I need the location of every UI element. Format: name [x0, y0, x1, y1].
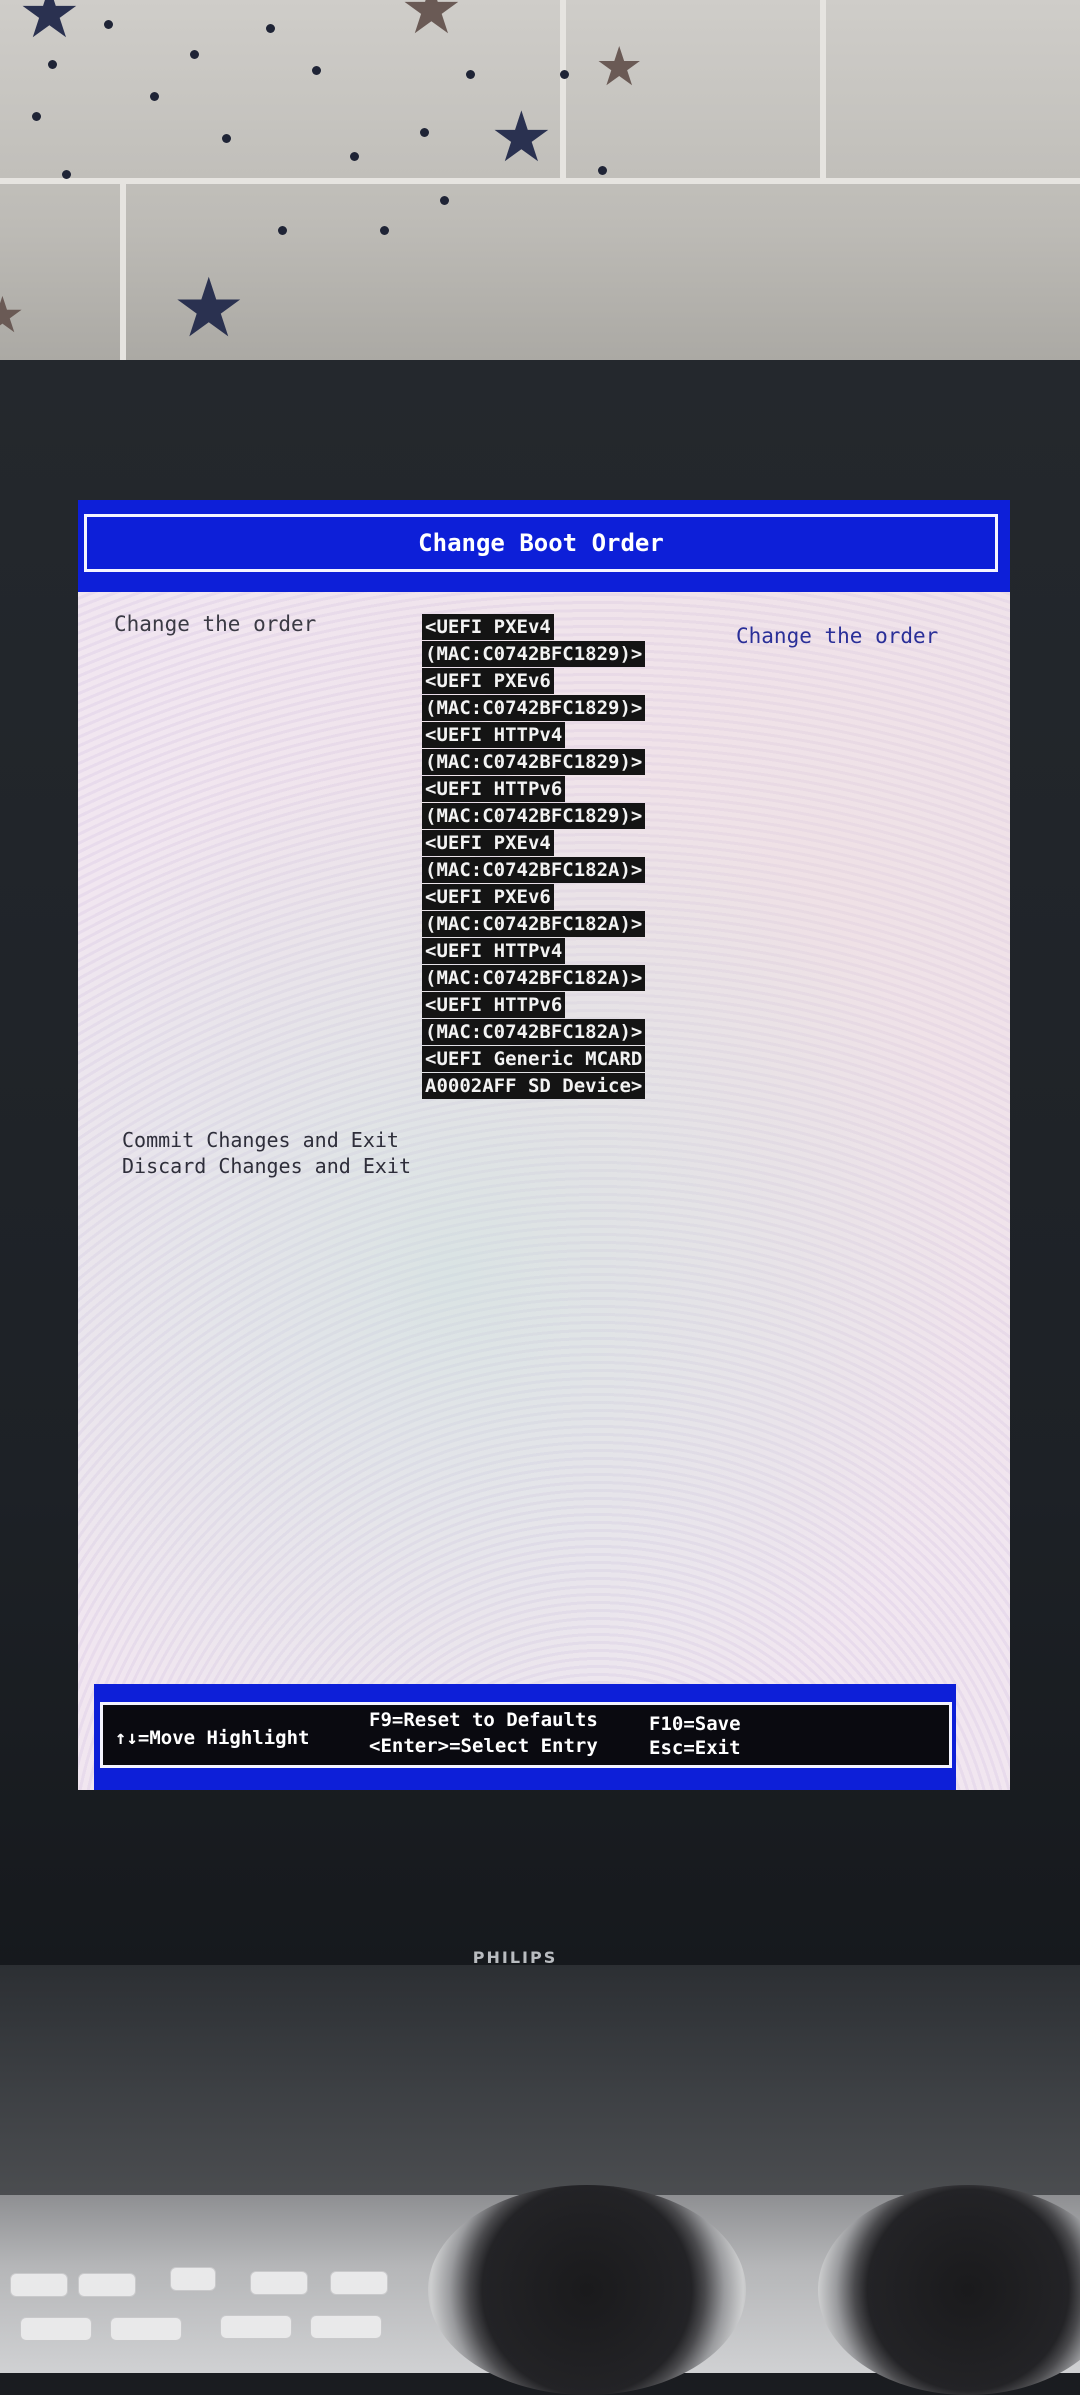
- boot-entry-line: (MAC:C0742BFC182A)>: [422, 857, 646, 883]
- wall-seam: [820, 0, 826, 180]
- dot-decoration: [104, 20, 113, 29]
- save-hint: F10=Save: [649, 1713, 741, 1735]
- boot-entry-pxev6-182a[interactable]: <UEFI PXEv6 (MAC:C0742BFC182A)>: [422, 884, 646, 938]
- dot-decoration: [190, 50, 199, 59]
- dot-decoration: [466, 70, 475, 79]
- dot-decoration: [350, 152, 359, 161]
- dot-decoration: [420, 128, 429, 137]
- boot-entry-line: (MAC:C0742BFC182A)>: [422, 1019, 646, 1045]
- boot-order-list[interactable]: <UEFI PXEv4 (MAC:C0742BFC1829)> <UEFI PX…: [422, 614, 646, 1100]
- keyboard-key: [170, 2267, 216, 2291]
- monitor-brand-logo: PHILIPS: [472, 1948, 558, 1967]
- dot-decoration: [32, 112, 41, 121]
- keyboard-key: [110, 2317, 182, 2341]
- title-bar: Change Boot Order: [78, 500, 1010, 592]
- keyboard-key: [78, 2273, 136, 2297]
- bios-screen: Change Boot Order Change the order <UEFI…: [78, 500, 1010, 1790]
- star-decoration: ★: [0, 286, 25, 344]
- dot-decoration: [440, 196, 449, 205]
- dot-decoration: [266, 24, 275, 33]
- boot-entry-line: (MAC:C0742BFC1829)>: [422, 803, 646, 829]
- discard-changes-option[interactable]: Discard Changes and Exit: [122, 1154, 411, 1178]
- boot-entry-httpv4-1829[interactable]: <UEFI HTTPv4 (MAC:C0742BFC1829)>: [422, 722, 646, 776]
- boot-entry-line: <UEFI PXEv6: [422, 884, 554, 910]
- boot-entry-line: (MAC:C0742BFC182A)>: [422, 965, 646, 991]
- option-label: Change the order: [114, 612, 317, 636]
- right-speaker: [818, 2185, 1080, 2395]
- boot-entry-line: (MAC:C0742BFC182A)>: [422, 911, 646, 937]
- keyboard-key: [310, 2315, 382, 2339]
- keyboard-key: [20, 2317, 92, 2341]
- boot-entry-line: (MAC:C0742BFC1829)>: [422, 695, 646, 721]
- dot-decoration: [598, 166, 607, 175]
- left-speaker: [428, 2185, 746, 2395]
- dot-decoration: [62, 170, 71, 179]
- boot-entry-pxev4-1829[interactable]: <UEFI PXEv4 (MAC:C0742BFC1829)>: [422, 614, 646, 668]
- boot-entry-line: <UEFI HTTPv6: [422, 776, 566, 802]
- boot-entry-pxev6-1829[interactable]: <UEFI PXEv6 (MAC:C0742BFC1829)>: [422, 668, 646, 722]
- star-decoration: ★: [490, 96, 553, 178]
- boot-entry-line: <UEFI Generic MCARD: [422, 1046, 646, 1072]
- dot-decoration: [560, 70, 569, 79]
- star-decoration: ★: [400, 0, 463, 50]
- boot-entry-line: <UEFI PXEv4: [422, 830, 554, 856]
- footer-bar: ↑↓=Move Highlight F9=Reset to Defaults <…: [94, 1684, 956, 1790]
- select-entry-hint: <Enter>=Select Entry: [369, 1735, 598, 1757]
- monitor-stand: [0, 1965, 1080, 2195]
- help-text: Change the order: [736, 624, 939, 648]
- keyboard-key: [250, 2271, 308, 2295]
- background-wall: ★ ★ ★ ★ ★ ★: [0, 0, 1080, 375]
- boot-entry-httpv6-182a[interactable]: <UEFI HTTPv6 (MAC:C0742BFC182A)>: [422, 992, 646, 1046]
- wall-seam: [0, 178, 1080, 184]
- star-decoration: ★: [18, 0, 81, 54]
- exit-hint: Esc=Exit: [649, 1737, 741, 1759]
- reset-defaults-hint: F9=Reset to Defaults: [369, 1709, 598, 1731]
- boot-entry-line: (MAC:C0742BFC1829)>: [422, 749, 646, 775]
- wall-seam: [560, 0, 566, 180]
- wall-seam: [120, 180, 126, 375]
- boot-entry-line: <UEFI HTTPv4: [422, 722, 566, 748]
- dot-decoration: [150, 92, 159, 101]
- boot-entry-line: <UEFI PXEv6: [422, 668, 554, 694]
- boot-entry-sd-device[interactable]: <UEFI Generic MCARD A0002AFF SD Device>: [422, 1046, 646, 1100]
- dot-decoration: [278, 226, 287, 235]
- commit-changes-option[interactable]: Commit Changes and Exit: [122, 1128, 399, 1152]
- boot-entry-httpv6-1829[interactable]: <UEFI HTTPv6 (MAC:C0742BFC1829)>: [422, 776, 646, 830]
- boot-entry-pxev4-182a[interactable]: <UEFI PXEv4 (MAC:C0742BFC182A)>: [422, 830, 646, 884]
- dot-decoration: [48, 60, 57, 69]
- boot-entry-line: <UEFI HTTPv6: [422, 992, 566, 1018]
- key-help-box: ↑↓=Move Highlight F9=Reset to Defaults <…: [100, 1702, 952, 1768]
- keyboard-key: [10, 2273, 68, 2297]
- boot-entry-httpv4-182a[interactable]: <UEFI HTTPv4 (MAC:C0742BFC182A)>: [422, 938, 646, 992]
- keyboard-key: [330, 2271, 388, 2295]
- desk-surface: [0, 2185, 1080, 2395]
- title-frame: Change Boot Order: [84, 514, 998, 572]
- dot-decoration: [312, 66, 321, 75]
- keyboard-key: [220, 2315, 292, 2339]
- dot-decoration: [222, 134, 231, 143]
- star-decoration: ★: [595, 35, 644, 98]
- move-highlight-hint: ↑↓=Move Highlight: [115, 1727, 310, 1749]
- boot-entry-line: A0002AFF SD Device>: [422, 1073, 646, 1099]
- page-title: Change Boot Order: [418, 529, 664, 557]
- boot-entry-line: <UEFI HTTPv4: [422, 938, 566, 964]
- boot-entry-line: <UEFI PXEv4: [422, 614, 554, 640]
- boot-entry-line: (MAC:C0742BFC1829)>: [422, 641, 646, 667]
- star-decoration: ★: [172, 261, 246, 356]
- dot-decoration: [380, 226, 389, 235]
